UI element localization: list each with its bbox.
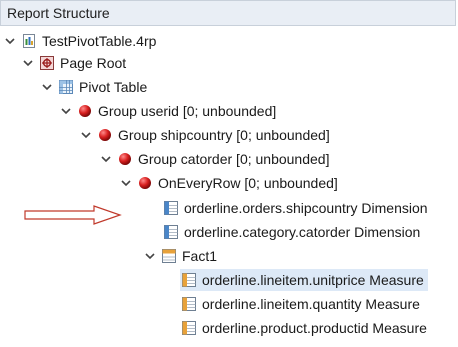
tree-item-label: orderline.orders.shipcountry Dimension <box>184 200 428 216</box>
report-file-icon <box>22 34 36 48</box>
tree-item-group-shipcountry[interactable]: Group shipcountry [0; unbounded] <box>80 124 334 146</box>
tree-item-dimension-catorder[interactable]: orderline.category.catorder Dimension <box>164 221 424 243</box>
tree-item-measure-productid[interactable]: orderline.product.productid Measure <box>182 317 431 339</box>
tree-item-label: Pivot Table <box>79 79 148 95</box>
tree-item-measure-quantity[interactable]: orderline.lineitem.quantity Measure <box>182 293 424 315</box>
tree-item-label: Group userid [0; unbounded] <box>98 103 277 119</box>
red-ball-icon <box>138 176 152 190</box>
panel-header: Report Structure <box>0 0 456 26</box>
panel-title: Report Structure <box>7 5 110 21</box>
measure-icon <box>182 321 196 335</box>
chevron-down-icon[interactable] <box>80 129 92 141</box>
tree-item-page-root[interactable]: Page Root <box>22 52 130 74</box>
chevron-down-icon[interactable] <box>120 177 132 189</box>
chevron-down-icon[interactable] <box>100 153 112 165</box>
tree-item-label: orderline.product.productid Measure <box>202 320 427 336</box>
tree-item-label: TestPivotTable.4rp <box>42 33 157 49</box>
tree-item-label: Page Root <box>60 55 127 71</box>
chevron-down-icon[interactable] <box>144 250 156 262</box>
chevron-down-icon[interactable] <box>60 105 72 117</box>
tree-item-measure-unitprice[interactable]: orderline.lineitem.unitprice Measure <box>180 269 428 291</box>
dimension-icon <box>164 225 178 239</box>
tree-item-label: orderline.lineitem.quantity Measure <box>202 296 420 312</box>
chevron-down-icon[interactable] <box>4 35 16 47</box>
tree-item-pivot-table[interactable]: Pivot Table <box>41 76 151 98</box>
fact-icon <box>162 249 176 263</box>
tree-item-label: orderline.lineitem.unitprice Measure <box>202 272 424 288</box>
tree-item-group-userid[interactable]: Group userid [0; unbounded] <box>60 100 280 122</box>
chevron-down-icon[interactable] <box>41 81 53 93</box>
red-ball-icon <box>118 152 132 166</box>
page-root-icon <box>40 56 54 70</box>
tree-item-on-every-row[interactable]: OnEveryRow [0; unbounded] <box>120 172 342 194</box>
tree-item-label: Group shipcountry [0; unbounded] <box>118 127 330 143</box>
red-ball-icon <box>98 128 112 142</box>
red-ball-icon <box>78 104 92 118</box>
pivot-table-icon <box>59 80 73 94</box>
tree-item-label: orderline.category.catorder Dimension <box>184 224 421 240</box>
tree-item-label: OnEveryRow [0; unbounded] <box>158 175 338 191</box>
chevron-down-icon[interactable] <box>22 57 34 69</box>
annotation-arrow-icon <box>24 205 122 225</box>
tree-item-label: Group catorder [0; unbounded] <box>138 151 330 167</box>
measure-icon <box>182 297 196 311</box>
measure-icon <box>182 273 196 287</box>
tree-item-label: Fact1 <box>182 248 218 264</box>
tree-item-group-catorder[interactable]: Group catorder [0; unbounded] <box>100 148 333 170</box>
tree-item-file[interactable]: TestPivotTable.4rp <box>4 30 160 52</box>
report-structure-panel: Report Structure TestPivotTable.4rp Page… <box>0 0 458 347</box>
dimension-icon <box>164 201 178 215</box>
tree-item-fact1[interactable]: Fact1 <box>144 245 221 267</box>
tree-item-dimension-shipcountry[interactable]: orderline.orders.shipcountry Dimension <box>164 197 432 219</box>
